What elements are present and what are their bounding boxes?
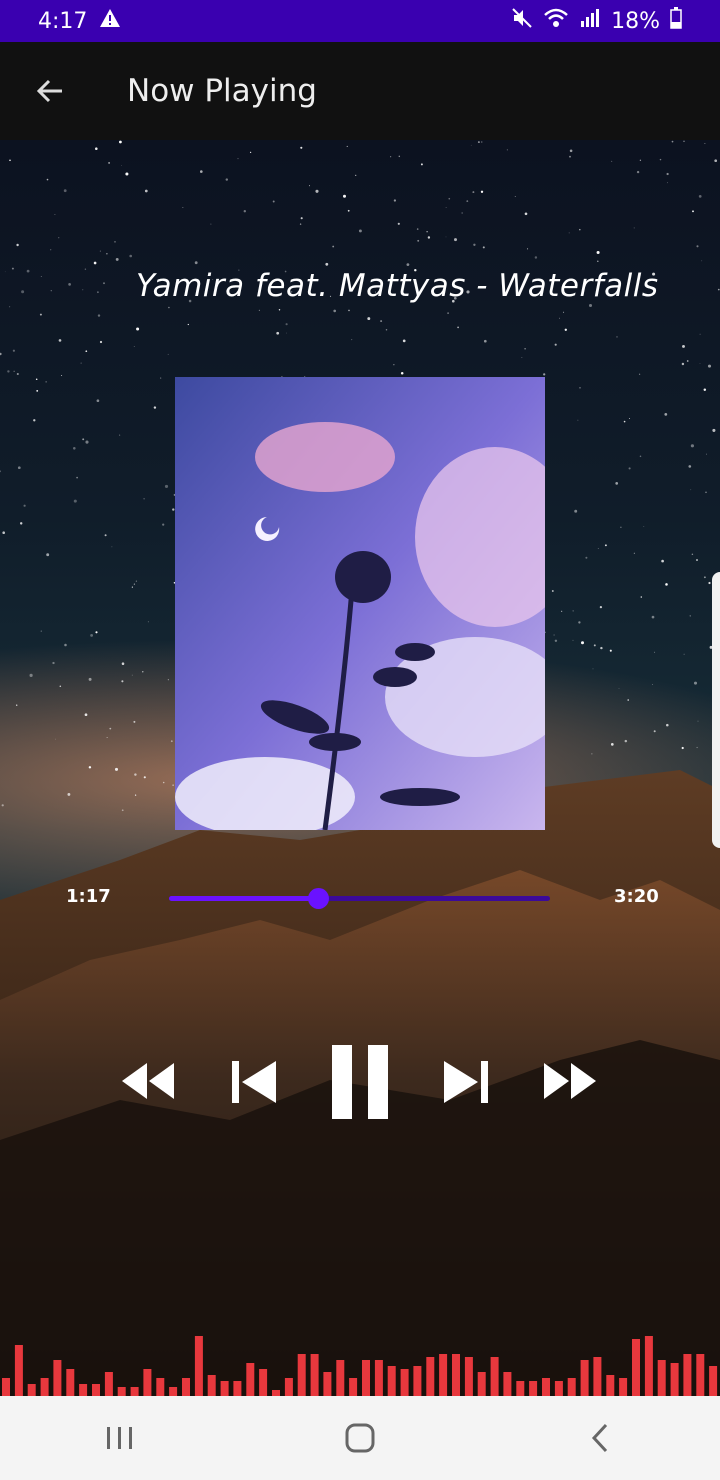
visualizer-bar bbox=[696, 1354, 705, 1396]
battery-percent: 18% bbox=[611, 8, 660, 34]
visualizer-bar bbox=[400, 1369, 409, 1396]
pause-button[interactable] bbox=[322, 1042, 398, 1122]
visualizer-bar bbox=[40, 1378, 49, 1396]
song-title: Yamira feat. Mattyas - Waterfalls bbox=[136, 268, 659, 304]
arrow-left-icon bbox=[36, 79, 62, 103]
rewind-icon bbox=[122, 1063, 174, 1099]
next-button[interactable] bbox=[438, 1054, 494, 1110]
visualizer-bar bbox=[27, 1384, 36, 1396]
previous-button[interactable] bbox=[226, 1054, 282, 1110]
visualizer-bar bbox=[426, 1357, 435, 1396]
skip-previous-icon bbox=[232, 1061, 276, 1103]
visualizer-bar bbox=[529, 1381, 538, 1396]
visualizer-bar bbox=[362, 1360, 370, 1396]
status-bar: 4:17 18% bbox=[0, 0, 720, 42]
visualizer-bar bbox=[297, 1354, 306, 1396]
visualizer-bar bbox=[567, 1378, 576, 1396]
visualizer-bar bbox=[452, 1354, 460, 1396]
back-icon bbox=[591, 1423, 608, 1453]
player-background: Yamira feat. Mattyas - Waterfalls 1:17 3… bbox=[0, 140, 720, 1396]
visualizer-bar bbox=[387, 1366, 396, 1396]
visualizer-bar bbox=[593, 1357, 602, 1396]
visualizer-bar bbox=[2, 1378, 10, 1396]
visualizer-bar bbox=[66, 1369, 75, 1396]
visualizer-bar bbox=[657, 1360, 666, 1396]
visualizer-bar bbox=[323, 1372, 332, 1396]
audio-visualizer bbox=[2, 1336, 718, 1396]
visualizer-bar bbox=[259, 1369, 268, 1396]
visualizer-bar bbox=[182, 1378, 190, 1396]
fast-forward-button[interactable] bbox=[542, 1056, 600, 1106]
status-time: 4:17 bbox=[38, 8, 88, 34]
visualizer-bar bbox=[14, 1345, 23, 1396]
visualizer-bar bbox=[619, 1378, 628, 1396]
visualizer-bar bbox=[284, 1378, 293, 1396]
visualizer-bar bbox=[606, 1375, 615, 1396]
nav-back-button[interactable] bbox=[555, 1408, 645, 1468]
app-bar: Now Playing bbox=[0, 42, 720, 140]
visualizer-bar bbox=[79, 1384, 88, 1396]
visualizer-bar bbox=[117, 1387, 126, 1396]
seek-bar[interactable] bbox=[169, 888, 550, 909]
visualizer-bar bbox=[503, 1372, 512, 1396]
visualizer-bar bbox=[683, 1354, 692, 1396]
skip-next-icon bbox=[444, 1061, 488, 1103]
rewind-button[interactable] bbox=[118, 1056, 176, 1106]
visualizer-bar bbox=[477, 1372, 486, 1396]
home-button[interactable] bbox=[315, 1408, 405, 1468]
visualizer-bar bbox=[709, 1366, 718, 1396]
visualizer-bar bbox=[156, 1378, 165, 1396]
visualizer-bar bbox=[349, 1378, 358, 1396]
visualizer-bar bbox=[542, 1378, 550, 1396]
visualizer-bar bbox=[413, 1366, 422, 1396]
recents-icon bbox=[107, 1427, 132, 1449]
recents-button[interactable] bbox=[75, 1408, 165, 1468]
visualizer-bar bbox=[580, 1360, 589, 1396]
album-art bbox=[175, 377, 545, 830]
playback-controls bbox=[0, 1036, 720, 1126]
pause-icon bbox=[332, 1045, 388, 1119]
visualizer-bar bbox=[169, 1387, 178, 1396]
page-title: Now Playing bbox=[127, 73, 317, 109]
elapsed-time: 1:17 bbox=[66, 886, 111, 907]
wifi-icon bbox=[543, 7, 569, 35]
visualizer-bar bbox=[439, 1354, 448, 1396]
visualizer-bar bbox=[670, 1363, 679, 1396]
visualizer-bar bbox=[207, 1375, 216, 1396]
visualizer-bar bbox=[92, 1384, 100, 1396]
visualizer-bar bbox=[374, 1360, 383, 1396]
visualizer-bar bbox=[130, 1387, 139, 1396]
visualizer-bar bbox=[644, 1336, 653, 1396]
visualizer-bar bbox=[53, 1360, 62, 1396]
seek-progress bbox=[169, 896, 318, 901]
system-nav-bar bbox=[0, 1396, 720, 1480]
visualizer-bar bbox=[194, 1336, 203, 1396]
visualizer-bar bbox=[336, 1360, 345, 1396]
visualizer-bar bbox=[104, 1372, 113, 1396]
signal-icon bbox=[579, 7, 601, 35]
edge-panel-handle[interactable] bbox=[712, 572, 720, 848]
home-icon bbox=[345, 1423, 375, 1453]
visualizer-bar bbox=[632, 1339, 640, 1396]
visualizer-bar bbox=[246, 1363, 255, 1396]
back-button[interactable] bbox=[20, 61, 80, 121]
visualizer-bar bbox=[233, 1381, 242, 1396]
seek-thumb[interactable] bbox=[307, 888, 329, 909]
alert-icon bbox=[99, 8, 121, 34]
visualizer-bar bbox=[310, 1354, 319, 1396]
battery-icon bbox=[670, 7, 682, 35]
visualizer-bar bbox=[143, 1369, 152, 1396]
mute-icon bbox=[511, 7, 533, 35]
visualizer-bar bbox=[554, 1381, 563, 1396]
visualizer-bar bbox=[220, 1381, 229, 1396]
visualizer-bar bbox=[464, 1357, 473, 1396]
fast-forward-icon bbox=[544, 1063, 596, 1099]
visualizer-bar bbox=[516, 1381, 525, 1396]
total-time: 3:20 bbox=[614, 886, 659, 907]
visualizer-bar bbox=[490, 1357, 499, 1396]
